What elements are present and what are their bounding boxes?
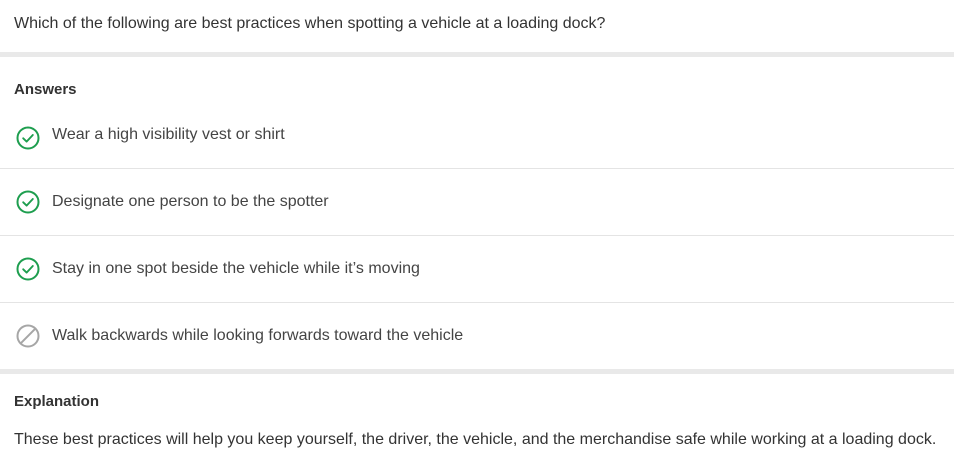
explanation-section: Explanation These best practices will he… (0, 374, 954, 449)
answer-label: Walk backwards while looking forwards to… (52, 327, 464, 344)
answer-item: Wear a high visibility vest or shirt (0, 117, 954, 169)
answer-label: Wear a high visibility vest or shirt (52, 126, 285, 143)
explanation-heading: Explanation (14, 393, 100, 410)
answer-label: Designate one person to be the spotter (52, 193, 329, 210)
answer-label: Stay in one spot beside the vehicle whil… (52, 260, 420, 277)
answers-heading: Answers (14, 81, 77, 98)
explanation-text: These best practices will help you keep … (14, 431, 937, 448)
check-circle-icon (16, 126, 40, 150)
question-section: Which of the following are best practice… (0, 0, 954, 52)
answers-section: Answers Wear a high visibility vest or s… (0, 57, 954, 369)
answer-item: Walk backwards while looking forwards to… (0, 303, 954, 369)
answer-item: Designate one person to be the spotter (0, 169, 954, 236)
check-circle-icon (16, 257, 40, 281)
prohibited-circle-icon (16, 324, 40, 348)
answer-list: Wear a high visibility vest or shirt Des… (0, 117, 954, 369)
question-text: Which of the following are best practice… (14, 15, 606, 32)
answer-item: Stay in one spot beside the vehicle whil… (0, 236, 954, 303)
check-circle-icon (16, 190, 40, 214)
